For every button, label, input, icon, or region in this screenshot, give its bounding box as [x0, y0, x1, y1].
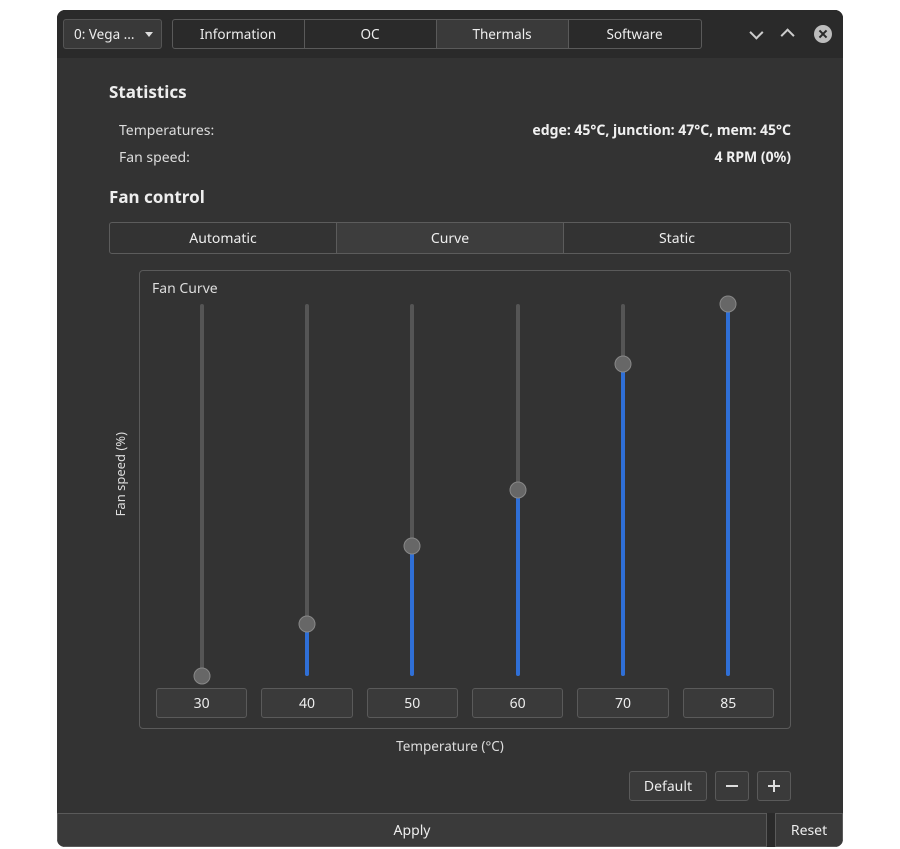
minus-icon: [726, 785, 738, 787]
fan-curve-slider: 60: [472, 304, 563, 718]
fan-mode-automatic[interactable]: Automatic: [110, 223, 337, 253]
tab-thermals[interactable]: Thermals: [437, 20, 569, 48]
slider-track: [200, 304, 204, 676]
slider-fill: [410, 546, 414, 676]
slider-track-area[interactable]: [367, 304, 458, 676]
titlebar: 0: Vega ... Information OC Thermals Soft…: [57, 10, 843, 58]
curve-actions-row: Default: [109, 757, 791, 813]
temperature-input[interactable]: 40: [261, 688, 352, 718]
slider-thumb[interactable]: [298, 616, 315, 633]
tab-oc[interactable]: OC: [305, 20, 437, 48]
fan-curve-slider: 30: [156, 304, 247, 718]
bottom-action-bar: Apply Reset: [57, 813, 843, 847]
fan-curve-slider: 50: [367, 304, 458, 718]
slider-fill: [621, 364, 625, 676]
fan-curve-slider: 40: [261, 304, 352, 718]
fan-curve-box: Fan Curve 30 40 50 60 70 85: [139, 270, 791, 729]
slider-thumb[interactable]: [404, 538, 421, 555]
slider-thumb[interactable]: [614, 356, 631, 373]
reset-button[interactable]: Reset: [775, 813, 843, 847]
fan-mode-static[interactable]: Static: [564, 223, 790, 253]
slider-fill: [726, 304, 730, 676]
apply-button[interactable]: Apply: [57, 813, 767, 847]
stat-label: Temperatures:: [119, 121, 214, 140]
slider-track-area[interactable]: [156, 304, 247, 676]
fan-curve-slider: 85: [683, 304, 774, 718]
stat-row-fan-speed: Fan speed: 4 RPM (0%): [109, 144, 791, 171]
temperature-input[interactable]: 50: [367, 688, 458, 718]
fan-curve-sliders: 30 40 50 60 70 85: [150, 298, 780, 718]
device-select-dropdown[interactable]: 0: Vega ...: [63, 19, 162, 49]
fan-mode-curve[interactable]: Curve: [337, 223, 564, 253]
slider-fill: [516, 490, 520, 676]
window-menu-up-button[interactable]: [775, 20, 803, 48]
fan-curve-slider: 70: [577, 304, 668, 718]
device-select-label: 0: Vega ...: [74, 25, 135, 43]
content-area: Statistics Temperatures: edge: 45°C, jun…: [57, 58, 843, 813]
chevron-up-icon: [781, 28, 795, 42]
slider-track-area[interactable]: [261, 304, 352, 676]
statistics-heading: Statistics: [109, 80, 791, 103]
chevron-down-icon: [145, 32, 153, 37]
default-button[interactable]: Default: [629, 771, 707, 801]
temperature-input[interactable]: 30: [156, 688, 247, 718]
remove-point-button[interactable]: [715, 771, 749, 801]
window: 0: Vega ... Information OC Thermals Soft…: [57, 10, 843, 847]
fan-control-heading: Fan control: [109, 185, 791, 208]
temperature-input[interactable]: 85: [683, 688, 774, 718]
stat-label: Fan speed:: [119, 148, 190, 167]
tab-information[interactable]: Information: [173, 20, 305, 48]
window-menu-down-button[interactable]: [741, 20, 769, 48]
y-axis-label: Fan speed (%): [109, 432, 131, 516]
add-point-button[interactable]: [757, 771, 791, 801]
stat-value: 4 RPM (0%): [715, 148, 792, 167]
temperature-input[interactable]: 70: [577, 688, 668, 718]
slider-track-area[interactable]: [472, 304, 563, 676]
main-tabbar: Information OC Thermals Software: [172, 19, 702, 49]
chevron-down-icon: [749, 26, 763, 40]
slider-thumb[interactable]: [720, 296, 737, 313]
plus-icon: [768, 780, 780, 792]
fan-mode-segmented-control: Automatic Curve Static: [109, 222, 791, 254]
fan-curve-area: Fan speed (%) Fan Curve 30 40 50 60 70 85: [109, 270, 791, 729]
temperature-input[interactable]: 60: [472, 688, 563, 718]
slider-track-area[interactable]: [683, 304, 774, 676]
slider-thumb[interactable]: [509, 482, 526, 499]
stat-value: edge: 45°C, junction: 47°C, mem: 45°C: [532, 121, 791, 140]
close-icon: [814, 25, 832, 43]
slider-track-area[interactable]: [577, 304, 668, 676]
fan-curve-title: Fan Curve: [150, 279, 780, 298]
x-axis-label: Temperature (°C): [109, 729, 791, 757]
tab-software[interactable]: Software: [569, 20, 701, 48]
slider-thumb[interactable]: [193, 668, 210, 685]
close-button[interactable]: [809, 20, 837, 48]
stat-row-temperatures: Temperatures: edge: 45°C, junction: 47°C…: [109, 117, 791, 144]
